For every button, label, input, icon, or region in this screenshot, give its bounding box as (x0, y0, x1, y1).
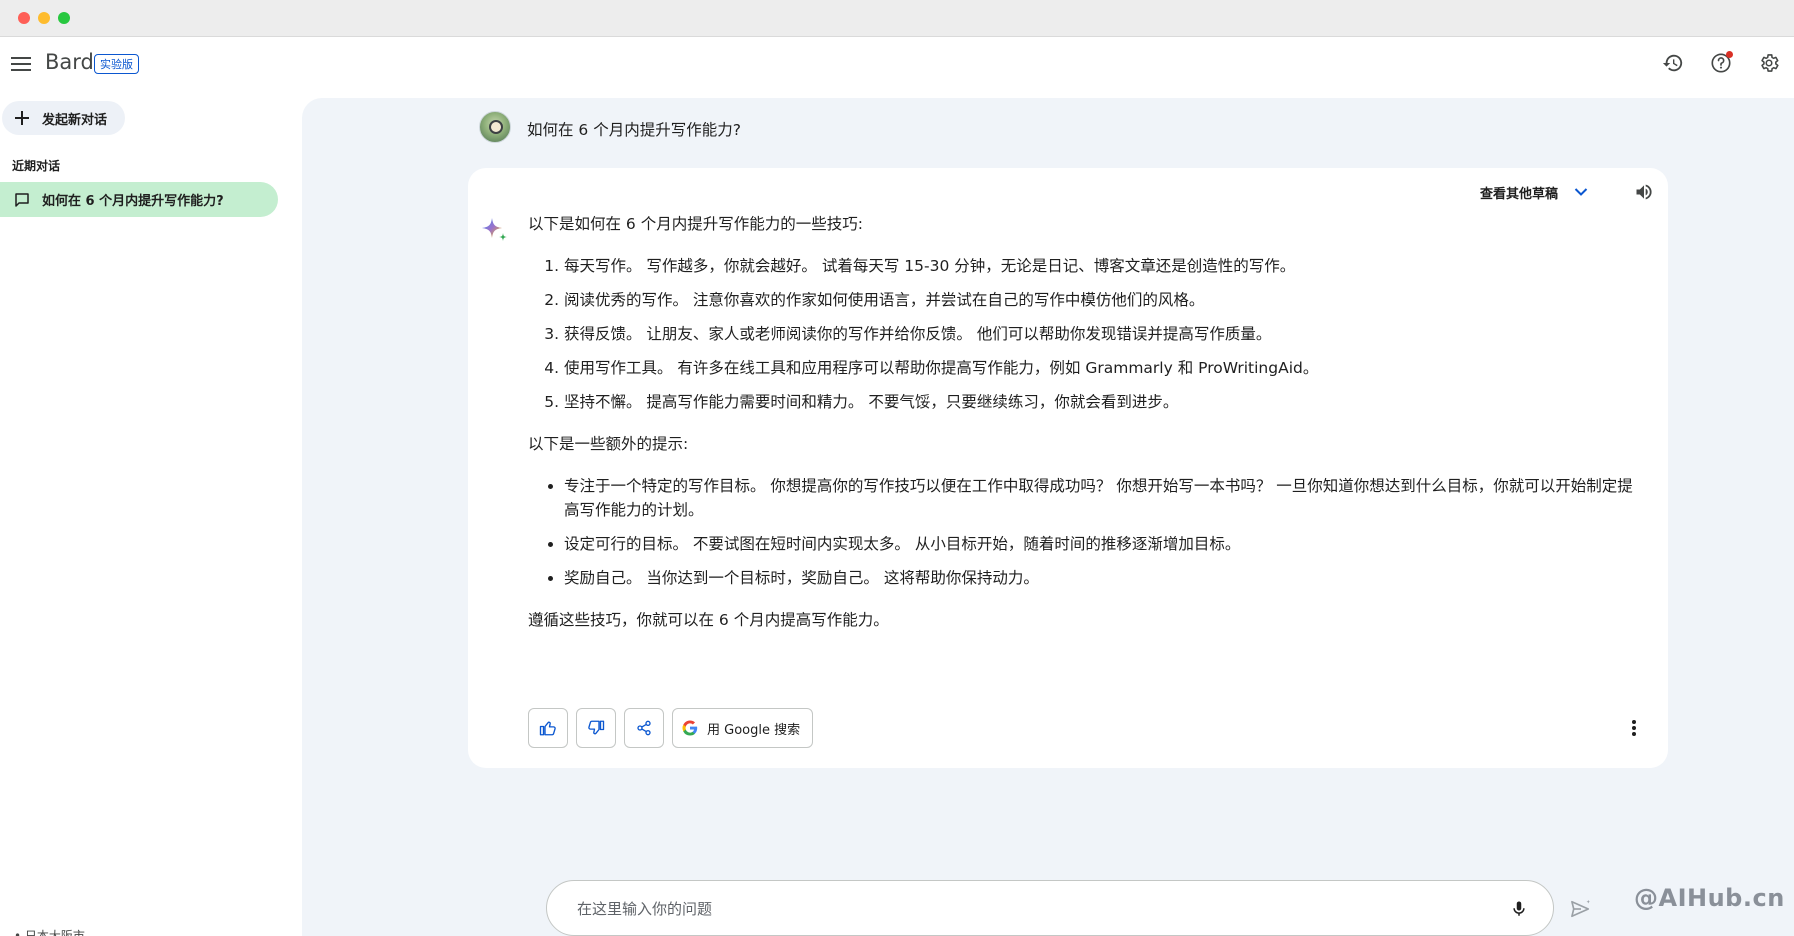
microphone-icon (1513, 901, 1525, 916)
speaker-icon (1636, 184, 1652, 200)
google-search-button[interactable]: 用 Google 搜索 (672, 708, 814, 748)
read-aloud-button[interactable] (1628, 176, 1660, 208)
response-intro: 以下是如何在 6 个月内提升写作能力的一些技巧: (528, 215, 863, 233)
list-item: 使用写作工具。 有许多在线工具和应用程序可以帮助你提高写作能力，例如 Gramm… (564, 356, 1638, 380)
list-item: 获得反馈。 让朋友、家人或老师阅读你的写作并给你反馈。 他们可以帮助你发现错误并… (564, 322, 1638, 346)
user-prompt: 如何在 6 个月内提升写作能力? (479, 111, 1624, 145)
plus-icon (15, 111, 29, 125)
list-item: 奖励自己。 当你达到一个目标时，奖励自己。 这将帮助你保持动力。 (564, 566, 1638, 590)
extra-tips-intro: 以下是一些额外的提示: (528, 435, 689, 453)
prompt-input[interactable] (577, 897, 1457, 921)
response-card: 查看其他草稿 以下是如何在 6 个月内提升写作能力的一些技巧: 每天写作。 写作… (468, 168, 1668, 768)
experiment-badge: 实验版 (94, 54, 139, 74)
app-header: Bard 实验版 (0, 37, 1794, 91)
recent-chats-heading: 近期对话 (12, 159, 61, 173)
list-item: 阅读优秀的写作。 注意你喜欢的作家如何使用语言，并尝试在自己的写作中模仿他们的风… (564, 288, 1638, 312)
notification-dot (1726, 51, 1733, 58)
view-drafts-button[interactable]: 查看其他草稿 (1480, 178, 1588, 206)
chevron-down-icon (1574, 188, 1588, 196)
list-item: 每天写作。 写作越多，你就会越好。 试着每天写 15-30 分钟，无论是日记、博… (564, 254, 1638, 278)
activity-history-button[interactable] (1657, 47, 1689, 79)
hamburger-menu-icon (11, 57, 31, 71)
view-drafts-label: 查看其他草稿 (1480, 186, 1559, 202)
send-button[interactable] (1564, 892, 1598, 926)
close-window-button[interactable] (18, 12, 30, 24)
maximize-window-button[interactable] (58, 12, 70, 24)
share-button[interactable] (624, 708, 664, 748)
recent-chat-item[interactable]: 如何在 6 个月内提升写作能力? (0, 182, 278, 217)
list-item: 坚持不懈。 提高写作能力需要时间和精力。 不要气馁，只要继续练习，你就会看到进步… (564, 390, 1638, 414)
thumbs-down-icon (588, 720, 605, 735)
send-icon (1571, 899, 1591, 918)
thumbs-down-button[interactable] (576, 708, 616, 748)
sidebar: 发起新对话 近期对话 如何在 6 个月内提升写作能力? • 日本大阪市 (0, 91, 300, 936)
minimize-window-button[interactable] (38, 12, 50, 24)
history-icon (1662, 54, 1683, 72)
window-titlebar (0, 0, 1794, 37)
thumbs-up-button[interactable] (528, 708, 568, 748)
extra-tips-list: 专注于一个特定的写作目标。 你想提高你的写作技巧以便在工作中取得成功吗？ 你想开… (564, 474, 1638, 590)
app-brand[interactable]: Bard (45, 50, 94, 74)
chat-bubble-icon (15, 192, 29, 207)
list-item: 设定可行的目标。 不要试图在短时间内实现太多。 从小目标开始，随着时间的推移逐渐… (564, 532, 1638, 556)
google-g-icon (682, 720, 698, 736)
conversation-area: 如何在 6 个月内提升写作能力? 查看其他草稿 以下是如何在 6 个月内提升写作… (302, 98, 1794, 936)
thumbs-up-icon (539, 721, 556, 736)
gear-icon (1761, 54, 1779, 72)
new-chat-button[interactable]: 发起新对话 (2, 101, 126, 135)
prompt-input-bar (546, 880, 1554, 936)
recent-chat-label: 如何在 6 个月内提升写作能力? (42, 194, 224, 209)
settings-button[interactable] (1753, 47, 1785, 79)
help-button[interactable] (1705, 47, 1737, 79)
bard-sparkle-icon (482, 218, 507, 241)
main-menu-button[interactable] (6, 49, 36, 79)
share-icon (637, 720, 651, 736)
response-conclusion: 遵循这些技巧，你就可以在 6 个月内提高写作能力。 (528, 611, 889, 629)
list-item: 专注于一个特定的写作目标。 你想提高你的写作技巧以便在工作中取得成功吗？ 你想开… (564, 474, 1638, 522)
google-search-label: 用 Google 搜索 (707, 722, 801, 738)
watermark: @AIHub.cn (1634, 884, 1785, 912)
tips-numbered-list: 每天写作。 写作越多，你就会越好。 试着每天写 15-30 分钟，无论是日记、博… (564, 254, 1638, 414)
user-prompt-text: 如何在 6 个月内提升写作能力? (527, 121, 741, 139)
voice-input-button[interactable] (1503, 893, 1535, 925)
new-chat-label: 发起新对话 (42, 112, 108, 128)
response-actions: 用 Google 搜索 (528, 708, 814, 748)
more-vert-icon (1632, 720, 1636, 736)
location-footer: • 日本大阪市 (14, 929, 85, 936)
response-body: 以下是如何在 6 个月内提升写作能力的一些技巧: 每天写作。 写作越多，你就会越… (528, 212, 1638, 650)
more-options-button[interactable] (1618, 712, 1650, 744)
avatar[interactable] (479, 111, 511, 143)
